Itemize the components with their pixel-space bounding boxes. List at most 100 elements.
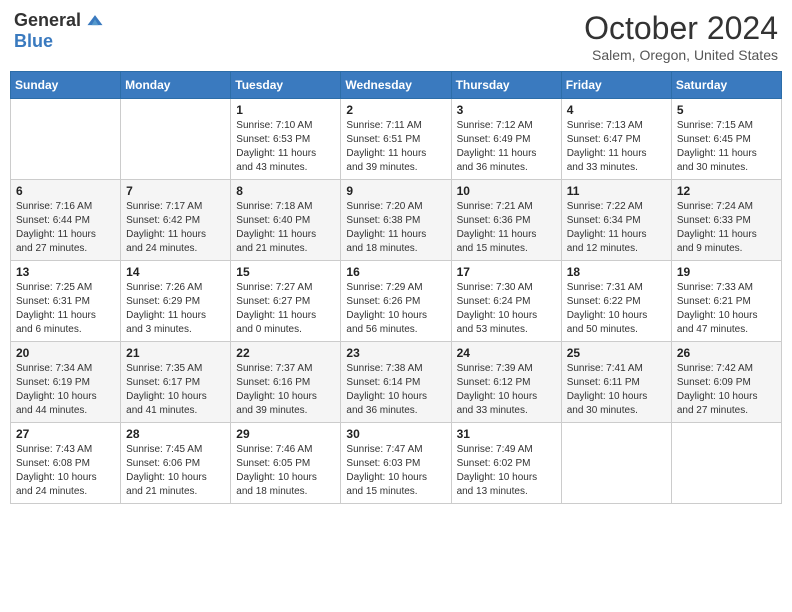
day-info: Sunrise: 7:13 AM Sunset: 6:47 PM Dayligh…: [567, 119, 666, 175]
day-info: Sunrise: 7:46 AM Sunset: 6:05 PM Dayligh…: [236, 443, 335, 499]
day-info: Sunrise: 7:18 AM Sunset: 6:40 PM Dayligh…: [236, 200, 335, 256]
calendar-table: SundayMondayTuesdayWednesdayThursdayFrid…: [10, 71, 782, 504]
day-info: Sunrise: 7:11 AM Sunset: 6:51 PM Dayligh…: [346, 119, 445, 175]
calendar-cell: 29Sunrise: 7:46 AM Sunset: 6:05 PM Dayli…: [231, 423, 341, 504]
day-info: Sunrise: 7:20 AM Sunset: 6:38 PM Dayligh…: [346, 200, 445, 256]
calendar-day-header: Saturday: [671, 72, 781, 99]
calendar-cell: 23 Sunrise: 7:38 AM Sunset: 6:14 PM Dayli…: [341, 342, 451, 423]
day-number: 8: [236, 184, 335, 198]
calendar-cell: 22 Sunrise: 7:37 AM Sunset: 6:16 PM Dayli…: [231, 342, 341, 423]
calendar-cell: 19Sunrise: 7:33 AM Sunset: 6:21 PM Dayli…: [671, 261, 781, 342]
day-info: Sunrise: 7:25 AM Sunset: 6:31 PM Dayligh…: [16, 281, 115, 337]
title-section: October 2024 Salem, Oregon, United State…: [584, 10, 778, 63]
day-info: Sunrise: 7:34 AM Sunset: 6:19 PM Dayligh…: [16, 362, 115, 418]
day-info: Sunrise: 7:47 AM Sunset: 6:03 PM Dayligh…: [346, 443, 445, 499]
day-info: Sunrise: 7:37 AM Sunset: 6:16 PM Dayligh…: [236, 362, 335, 418]
day-info: Sunrise: 7:42 AM Sunset: 6:09 PM Dayligh…: [677, 362, 776, 418]
day-info: Sunrise: 7:24 AM Sunset: 6:33 PM Dayligh…: [677, 200, 776, 256]
calendar-week-row: 1 Sunrise: 7:10 AM Sunset: 6:53 PM Daylig…: [11, 99, 782, 180]
day-number: 19: [677, 265, 776, 279]
day-number: 16: [346, 265, 445, 279]
calendar-cell: [11, 99, 121, 180]
day-number: 20: [16, 346, 115, 360]
calendar-cell: 6 Sunrise: 7:16 AM Sunset: 6:44 PM Daylig…: [11, 180, 121, 261]
day-info: Sunrise: 7:10 AM Sunset: 6:53 PM Dayligh…: [236, 119, 335, 175]
calendar-cell: 12 Sunrise: 7:24 AM Sunset: 6:33 PM Dayli…: [671, 180, 781, 261]
day-number: 7: [126, 184, 225, 198]
calendar-cell: 4Sunrise: 7:13 AM Sunset: 6:47 PM Daylig…: [561, 99, 671, 180]
day-info: Sunrise: 7:12 AM Sunset: 6:49 PM Dayligh…: [457, 119, 556, 175]
day-number: 25: [567, 346, 666, 360]
day-number: 3: [457, 103, 556, 117]
day-info: Sunrise: 7:22 AM Sunset: 6:34 PM Dayligh…: [567, 200, 666, 256]
day-number: 1: [236, 103, 335, 117]
day-number: 6: [16, 184, 115, 198]
day-number: 27: [16, 427, 115, 441]
calendar-day-header: Tuesday: [231, 72, 341, 99]
day-info: Sunrise: 7:26 AM Sunset: 6:29 PM Dayligh…: [126, 281, 225, 337]
logo-icon: [85, 11, 105, 31]
day-info: Sunrise: 7:16 AM Sunset: 6:44 PM Dayligh…: [16, 200, 115, 256]
day-info: Sunrise: 7:45 AM Sunset: 6:06 PM Dayligh…: [126, 443, 225, 499]
day-number: 12: [677, 184, 776, 198]
day-number: 23: [346, 346, 445, 360]
location-text: Salem, Oregon, United States: [584, 47, 778, 63]
day-number: 24: [457, 346, 556, 360]
day-info: Sunrise: 7:21 AM Sunset: 6:36 PM Dayligh…: [457, 200, 556, 256]
calendar-cell: 16 Sunrise: 7:29 AM Sunset: 6:26 PM Dayli…: [341, 261, 451, 342]
day-info: Sunrise: 7:27 AM Sunset: 6:27 PM Dayligh…: [236, 281, 335, 337]
day-number: 15: [236, 265, 335, 279]
calendar-cell: 24Sunrise: 7:39 AM Sunset: 6:12 PM Dayli…: [451, 342, 561, 423]
calendar-cell: 3 Sunrise: 7:12 AM Sunset: 6:49 PM Daylig…: [451, 99, 561, 180]
calendar-cell: 9Sunrise: 7:20 AM Sunset: 6:38 PM Daylig…: [341, 180, 451, 261]
day-number: 10: [457, 184, 556, 198]
calendar-week-row: 13 Sunrise: 7:25 AM Sunset: 6:31 PM Dayli…: [11, 261, 782, 342]
day-info: Sunrise: 7:15 AM Sunset: 6:45 PM Dayligh…: [677, 119, 776, 175]
day-number: 30: [346, 427, 445, 441]
page-header: General Blue October 2024 Salem, Oregon,…: [10, 10, 782, 63]
day-number: 18: [567, 265, 666, 279]
calendar-cell: 27 Sunrise: 7:43 AM Sunset: 6:08 PM Dayli…: [11, 423, 121, 504]
calendar-cell: [121, 99, 231, 180]
calendar-day-header: Friday: [561, 72, 671, 99]
day-info: Sunrise: 7:30 AM Sunset: 6:24 PM Dayligh…: [457, 281, 556, 337]
logo-blue-text: Blue: [14, 31, 53, 51]
day-number: 11: [567, 184, 666, 198]
calendar-week-row: 6 Sunrise: 7:16 AM Sunset: 6:44 PM Daylig…: [11, 180, 782, 261]
day-info: Sunrise: 7:17 AM Sunset: 6:42 PM Dayligh…: [126, 200, 225, 256]
calendar-cell: 2 Sunrise: 7:11 AM Sunset: 6:51 PM Daylig…: [341, 99, 451, 180]
day-number: 14: [126, 265, 225, 279]
day-info: Sunrise: 7:43 AM Sunset: 6:08 PM Dayligh…: [16, 443, 115, 499]
day-info: Sunrise: 7:38 AM Sunset: 6:14 PM Dayligh…: [346, 362, 445, 418]
calendar-cell: [671, 423, 781, 504]
calendar-cell: 15 Sunrise: 7:27 AM Sunset: 6:27 PM Dayli…: [231, 261, 341, 342]
day-number: 2: [346, 103, 445, 117]
calendar-cell: 17Sunrise: 7:30 AM Sunset: 6:24 PM Dayli…: [451, 261, 561, 342]
calendar-cell: 30 Sunrise: 7:47 AM Sunset: 6:03 PM Dayli…: [341, 423, 451, 504]
day-info: Sunrise: 7:29 AM Sunset: 6:26 PM Dayligh…: [346, 281, 445, 337]
day-number: 13: [16, 265, 115, 279]
calendar-cell: 14 Sunrise: 7:26 AM Sunset: 6:29 PM Dayli…: [121, 261, 231, 342]
day-number: 31: [457, 427, 556, 441]
calendar-cell: 25 Sunrise: 7:41 AM Sunset: 6:11 PM Dayli…: [561, 342, 671, 423]
calendar-cell: 1 Sunrise: 7:10 AM Sunset: 6:53 PM Daylig…: [231, 99, 341, 180]
month-title: October 2024: [584, 10, 778, 47]
day-number: 28: [126, 427, 225, 441]
calendar-day-header: Thursday: [451, 72, 561, 99]
calendar-cell: 8 Sunrise: 7:18 AM Sunset: 6:40 PM Daylig…: [231, 180, 341, 261]
calendar-cell: 11 Sunrise: 7:22 AM Sunset: 6:34 PM Dayli…: [561, 180, 671, 261]
calendar-cell: 31 Sunrise: 7:49 AM Sunset: 6:02 PM Dayli…: [451, 423, 561, 504]
calendar-cell: [561, 423, 671, 504]
calendar-day-header: Sunday: [11, 72, 121, 99]
logo-general-text: General: [14, 10, 81, 31]
calendar-cell: 18Sunrise: 7:31 AM Sunset: 6:22 PM Dayli…: [561, 261, 671, 342]
calendar-cell: 7 Sunrise: 7:17 AM Sunset: 6:42 PM Daylig…: [121, 180, 231, 261]
calendar-cell: 21Sunrise: 7:35 AM Sunset: 6:17 PM Dayli…: [121, 342, 231, 423]
day-number: 22: [236, 346, 335, 360]
calendar-week-row: 27 Sunrise: 7:43 AM Sunset: 6:08 PM Dayli…: [11, 423, 782, 504]
day-info: Sunrise: 7:41 AM Sunset: 6:11 PM Dayligh…: [567, 362, 666, 418]
calendar-week-row: 20 Sunrise: 7:34 AM Sunset: 6:19 PM Dayli…: [11, 342, 782, 423]
day-info: Sunrise: 7:49 AM Sunset: 6:02 PM Dayligh…: [457, 443, 556, 499]
calendar-cell: 26Sunrise: 7:42 AM Sunset: 6:09 PM Dayli…: [671, 342, 781, 423]
calendar-cell: 10 Sunrise: 7:21 AM Sunset: 6:36 PM Dayli…: [451, 180, 561, 261]
